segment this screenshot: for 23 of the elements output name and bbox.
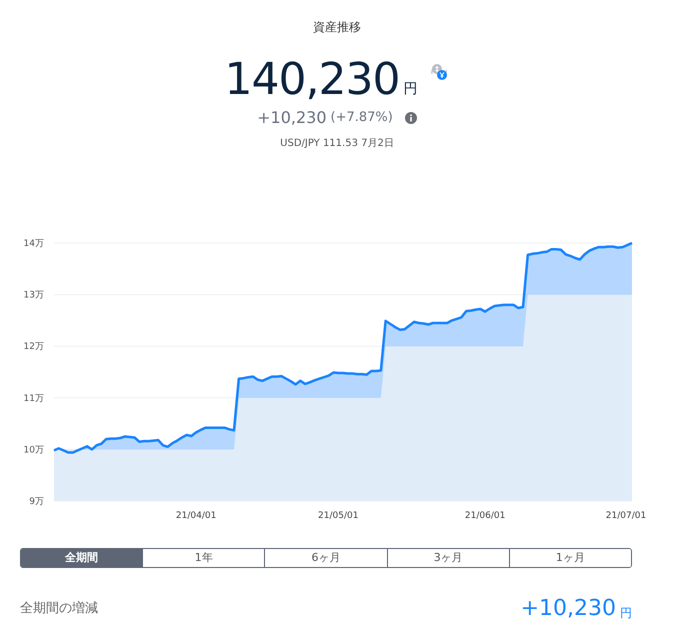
exchange-rate: USD/JPY 111.53 7月2日 — [280, 137, 394, 151]
axis-label: 12万 — [24, 342, 44, 352]
info-icon[interactable] — [404, 112, 417, 124]
change-amount: +10,230 — [520, 595, 616, 623]
axis-label: 13万 — [24, 290, 44, 301]
change-percent: (+7.87%) — [330, 109, 393, 128]
axis-label: 11万 — [24, 394, 44, 404]
currency-unit: 円 — [620, 605, 632, 622]
axis-label: 10万 — [24, 445, 44, 456]
axis-label: 21/06/01 — [464, 511, 506, 521]
period-tab[interactable]: 全期間 — [21, 549, 142, 567]
page-title: 資産推移 — [313, 19, 361, 36]
total-amount: 140,230 — [224, 58, 400, 102]
axis-label: 9万 — [29, 497, 44, 507]
axis-label: 21/04/01 — [176, 511, 216, 521]
summary-label: 全期間の増減 — [20, 600, 98, 618]
axis-label: 21/07/01 — [606, 511, 646, 521]
axis-label: 21/05/01 — [318, 511, 358, 521]
period-tab[interactable]: 1ヶ月 — [508, 549, 631, 567]
currency-exchange-icon[interactable] — [429, 62, 450, 82]
change-amount: +10,230 — [257, 107, 327, 129]
currency-unit: 円 — [403, 80, 418, 99]
axis-label: 14万 — [24, 239, 44, 249]
